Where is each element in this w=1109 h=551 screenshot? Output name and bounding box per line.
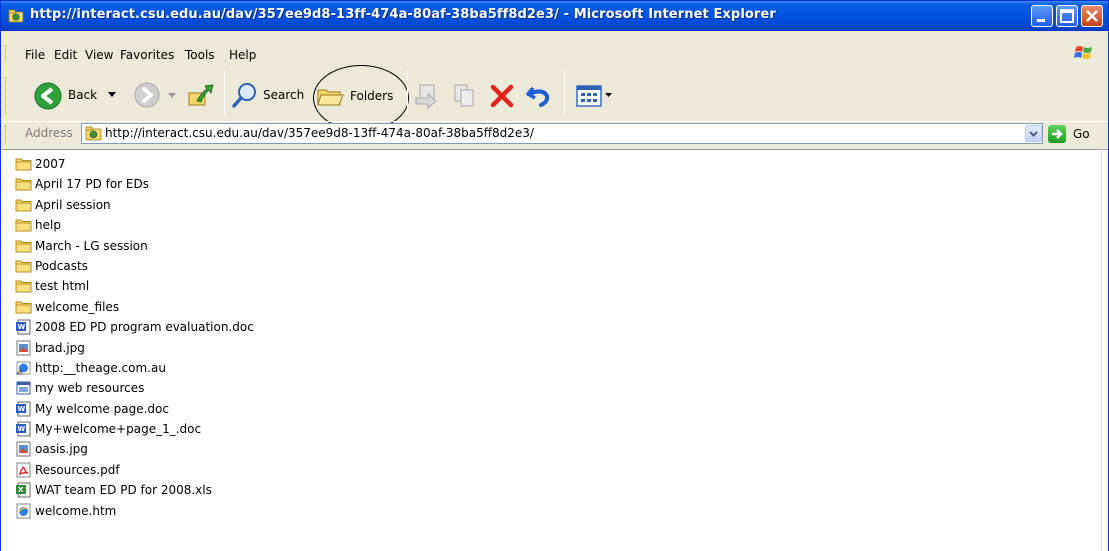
menu-edit-label: Edit <box>54 48 78 62</box>
menu-tools[interactable]: Tools <box>185 48 215 62</box>
toolbar-grip[interactable] <box>5 77 8 113</box>
maximize-icon <box>1060 9 1074 23</box>
file-name[interactable]: http:__theage.com.au <box>35 361 166 375</box>
file-name[interactable]: oasis.jpg <box>35 442 88 456</box>
delete-icon[interactable] <box>488 82 516 110</box>
go-button[interactable] <box>1048 125 1066 143</box>
forward-dropdown-icon[interactable] <box>168 93 176 99</box>
title-bar[interactable]: http://interact.csu.edu.au/dav/357ee9d8-… <box>1 1 1108 31</box>
file-name[interactable]: help <box>35 218 61 232</box>
menu-favorites-label: Favorites <box>120 48 175 62</box>
toolbar-separator <box>407 71 408 115</box>
internet-shortcut-icon <box>15 360 32 376</box>
toolbar-separator <box>564 71 565 115</box>
folder-icon <box>15 197 32 213</box>
search-icon <box>232 83 256 108</box>
jpeg-image-icon <box>15 441 32 457</box>
file-name[interactable]: Resources.pdf <box>35 463 120 477</box>
minimize-icon <box>1037 19 1045 22</box>
move-to-icon[interactable] <box>414 82 442 110</box>
file-name[interactable]: Podcasts <box>35 259 88 273</box>
svg-text:W: W <box>18 323 26 331</box>
forward-arrow-icon[interactable] <box>133 81 161 109</box>
search-button[interactable]: Search <box>231 81 311 111</box>
back-label: Back <box>68 88 98 102</box>
back-button[interactable]: Back <box>33 79 148 113</box>
content-edge <box>1101 149 1102 551</box>
ie-html-icon <box>15 503 32 519</box>
file-name[interactable]: test html <box>35 279 89 293</box>
close-icon <box>1086 10 1098 22</box>
window-title: http://interact.csu.edu.au/dav/357ee9d8-… <box>30 7 776 22</box>
up-folder-icon[interactable] <box>187 81 215 109</box>
file-name[interactable]: April session <box>35 198 111 212</box>
jpeg-image-icon <box>15 340 32 356</box>
address-dropdown-button[interactable] <box>1025 125 1042 142</box>
file-name[interactable]: 2007 <box>35 157 66 171</box>
close-button[interactable] <box>1081 5 1103 27</box>
folder-icon <box>15 238 32 254</box>
file-name[interactable]: WAT team ED PD for 2008.xls <box>35 483 212 497</box>
web-archive-icon <box>15 380 32 396</box>
menubar-grip[interactable] <box>5 45 8 61</box>
views-dropdown-icon[interactable] <box>605 93 612 98</box>
views-icon[interactable] <box>576 84 602 108</box>
ie-folder-icon <box>8 9 24 23</box>
addressbar-grip[interactable] <box>5 125 8 143</box>
file-name[interactable]: welcome.htm <box>35 504 116 518</box>
search-label: Search <box>263 88 305 102</box>
pdf-icon <box>15 462 32 478</box>
address-label: Address <box>25 126 73 140</box>
menu-tools-label: Tools <box>185 48 215 62</box>
menu-edit[interactable]: Edit <box>54 48 77 62</box>
address-site-icon <box>85 126 102 141</box>
minimize-button[interactable] <box>1031 5 1053 27</box>
word-doc-icon: W <box>15 421 32 437</box>
svg-text:W: W <box>18 425 26 433</box>
folder-icon <box>15 156 32 172</box>
windows-logo-icon <box>1074 46 1092 59</box>
file-name[interactable]: March - LG session <box>35 239 148 253</box>
menu-favorites[interactable]: Favorites <box>120 48 174 62</box>
file-name[interactable]: April 17 PD for EDs <box>35 177 149 191</box>
go-label[interactable]: Go <box>1073 127 1090 141</box>
menu-view[interactable]: View <box>85 48 113 62</box>
svg-text:W: W <box>18 405 26 413</box>
word-doc-icon: W <box>15 319 32 335</box>
word-doc-icon: W <box>15 401 32 417</box>
menu-help[interactable]: Help <box>229 48 256 62</box>
folder-icon <box>15 299 32 315</box>
file-name[interactable]: brad.jpg <box>35 341 85 355</box>
file-name[interactable]: My+welcome+page_1_.doc <box>35 422 201 436</box>
toolbar-separator <box>224 71 225 115</box>
ie-window: http://interact.csu.edu.au/dav/357ee9d8-… <box>0 0 1109 551</box>
back-arrow-icon <box>34 82 62 110</box>
undo-icon[interactable] <box>525 82 553 110</box>
file-name[interactable]: 2008 ED PD program evaluation.doc <box>35 320 254 334</box>
chevron-down-icon <box>1029 131 1038 137</box>
folder-icon <box>15 176 32 192</box>
file-name[interactable]: welcome_files <box>35 300 119 314</box>
folder-icon <box>15 217 32 233</box>
folder-icon <box>15 278 32 294</box>
menu-file[interactable]: File <box>25 48 45 62</box>
menu-view-label: View <box>85 48 114 62</box>
maximize-button[interactable] <box>1056 5 1078 27</box>
excel-xls-icon: X <box>15 482 32 498</box>
menu-file-label: File <box>25 48 46 62</box>
file-name[interactable]: My welcome page.doc <box>35 402 169 416</box>
copy-to-icon[interactable] <box>451 82 479 110</box>
svg-text:X: X <box>18 486 24 494</box>
file-name[interactable]: my web resources <box>35 381 144 395</box>
folder-icon <box>15 258 32 274</box>
address-url: http://interact.csu.edu.au/dav/357ee9d8-… <box>105 126 534 140</box>
go-arrow-icon <box>1052 129 1063 139</box>
back-dropdown-icon[interactable] <box>108 92 116 98</box>
menu-help-label: Help <box>229 48 257 62</box>
